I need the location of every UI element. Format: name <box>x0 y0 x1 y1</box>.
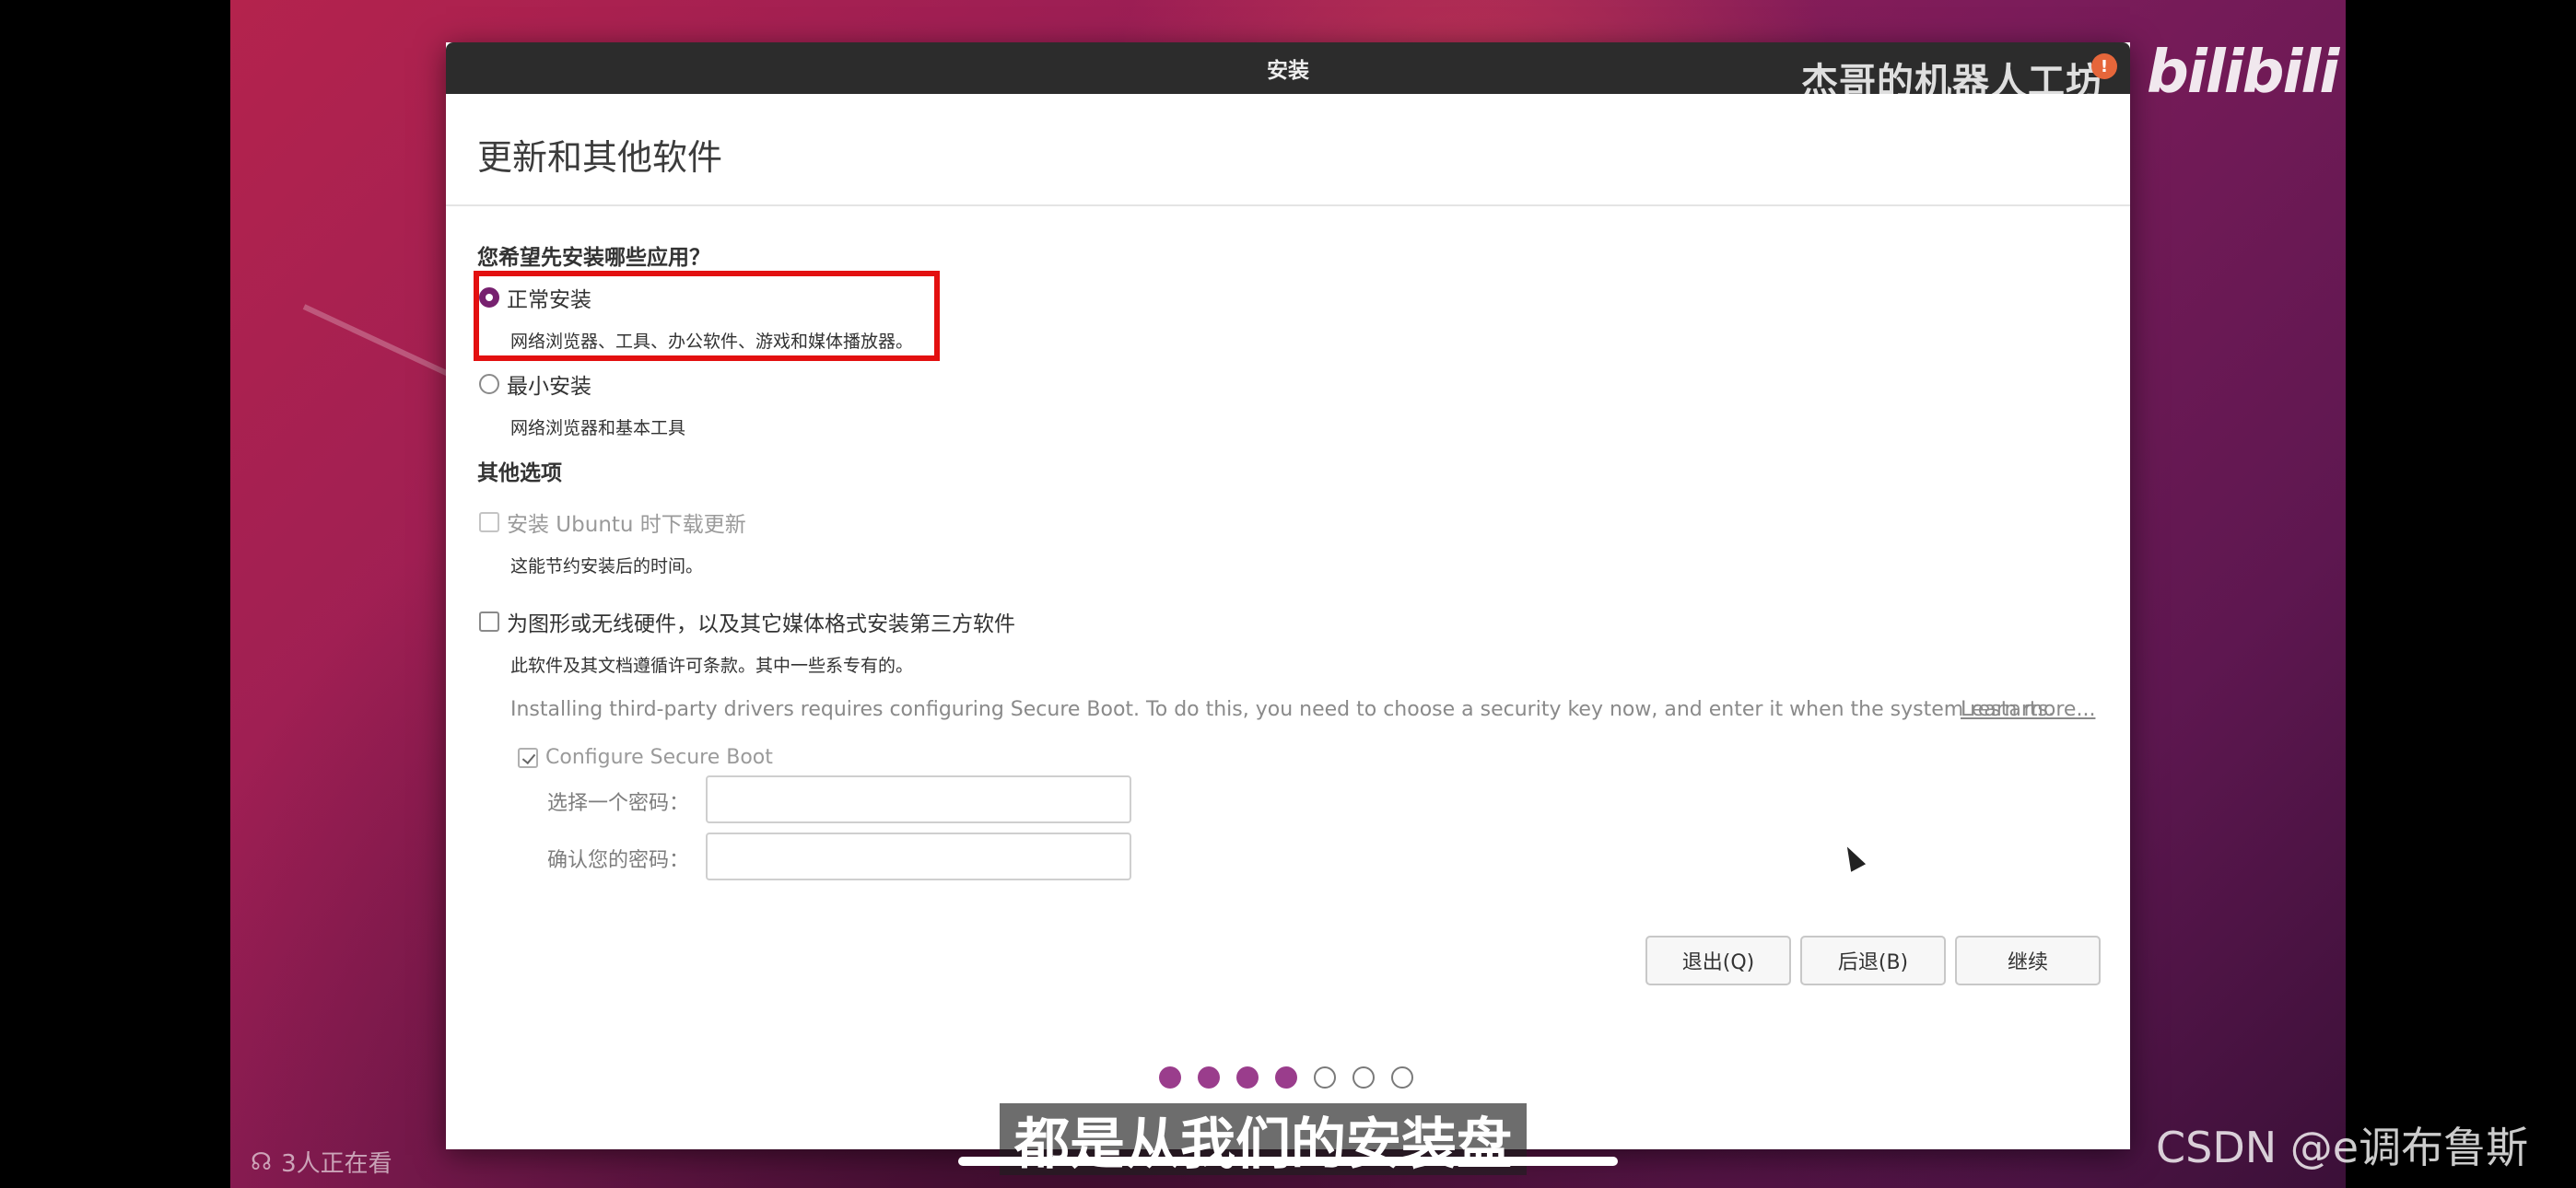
password-input[interactable] <box>706 775 1131 823</box>
normal-install-radio[interactable]: 正常安装 <box>479 282 591 313</box>
step-dot-pending <box>1314 1066 1336 1089</box>
minimal-install-label: 最小安装 <box>507 375 591 399</box>
minimal-install-radio[interactable]: 最小安装 <box>479 368 591 400</box>
checkbox-icon[interactable] <box>479 611 499 632</box>
confirm-password-label: 确认您的密码： <box>547 849 690 872</box>
configure-secure-boot-label: Configure Secure Boot <box>545 746 773 769</box>
step-dot-complete <box>1236 1066 1259 1089</box>
secure-boot-note-text: Installing third-party drivers requires … <box>510 698 2055 721</box>
third-party-description: 此软件及其文档遵循许可条款。其中一些系专有的。 <box>510 656 914 676</box>
step-dot-pending <box>1352 1066 1375 1089</box>
learn-more-link[interactable]: Learn more... <box>1961 698 2095 721</box>
back-button[interactable]: 后退(B) <box>1800 936 1946 985</box>
installer-window: 安装 更新和其他软件 您希望先安装哪些应用？ 正常安装 网络浏览器、工具、办公软… <box>446 42 2130 1149</box>
learn-more-text: Learn more... <box>1961 698 2096 721</box>
step-dot-complete <box>1159 1066 1181 1089</box>
uploader-watermark: 杰哥的机器人工坊 <box>1801 61 2103 103</box>
viewers-icon: ☊ <box>251 1147 273 1176</box>
radio-unselected-icon[interactable] <box>479 374 499 394</box>
radio-selected-icon[interactable] <box>479 287 499 308</box>
continue-button[interactable]: 继续 <box>1955 936 2101 985</box>
bili-badge-icon: ! <box>2091 53 2117 79</box>
third-party-checkbox[interactable]: 为图形或无线硬件，以及其它媒体格式安装第三方软件 <box>479 606 1015 637</box>
bilibili-logo: bilibili <box>2147 39 2339 107</box>
quit-button[interactable]: 退出(Q) <box>1645 936 1791 985</box>
other-options-heading: 其他选项 <box>477 461 562 485</box>
divider <box>446 204 2130 206</box>
checkbox-icon[interactable] <box>479 512 499 532</box>
download-updates-checkbox[interactable]: 安装 Ubuntu 时下载更新 <box>479 507 746 538</box>
minimal-install-description: 网络浏览器和基本工具 <box>510 418 686 438</box>
csdn-watermark: CSDN @e调布鲁斯 <box>2156 1123 2529 1172</box>
step-dot-pending <box>1391 1066 1413 1089</box>
secure-boot-note: Installing third-party drivers requires … <box>510 698 2055 721</box>
video-progress-bar[interactable] <box>958 1157 1618 1166</box>
install-question: 您希望先安装哪些应用？ <box>477 246 710 270</box>
viewer-count-text: 3人正在看 <box>281 1150 392 1178</box>
download-updates-label: 安装 Ubuntu 时下载更新 <box>507 513 746 537</box>
window-title: 安装 <box>1267 59 1309 83</box>
password-label: 选择一个密码： <box>547 792 690 815</box>
step-dot-complete <box>1198 1066 1220 1089</box>
step-dot-complete <box>1275 1066 1297 1089</box>
viewer-count: ☊ 3人正在看 <box>251 1145 392 1179</box>
third-party-label: 为图形或无线硬件，以及其它媒体格式安装第三方软件 <box>507 612 1015 636</box>
confirm-password-input[interactable] <box>706 833 1131 880</box>
progress-steps <box>1159 1066 1413 1089</box>
normal-install-description: 网络浏览器、工具、办公软件、游戏和媒体播放器。 <box>510 332 914 352</box>
normal-install-label: 正常安装 <box>507 288 591 312</box>
page-title: 更新和其他软件 <box>477 137 723 178</box>
configure-secure-boot-checkbox[interactable]: Configure Secure Boot <box>518 746 773 769</box>
download-updates-description: 这能节约安装后的时间。 <box>510 556 704 577</box>
checkbox-checked-icon[interactable] <box>518 747 538 768</box>
